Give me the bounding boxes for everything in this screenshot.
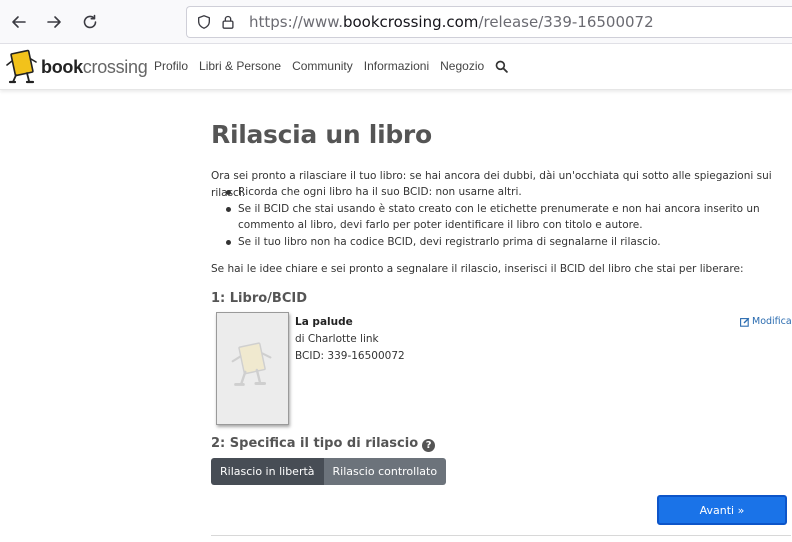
shield-icon[interactable] xyxy=(195,13,213,31)
edit-book-link[interactable]: Modifica xyxy=(740,316,792,327)
main-content: Rilascia un libro Ora sei pronto a rilas… xyxy=(211,120,792,536)
arrow-left-icon xyxy=(12,16,26,28)
book-mascot-placeholder-icon xyxy=(231,341,271,386)
release-type-toggle: Rilascio in libertà Rilascio controllato xyxy=(211,458,447,485)
logo-text-crossing: crossing xyxy=(82,56,148,77)
section-release-type: 2: Specifica il tipo di rilascio? xyxy=(211,436,436,452)
edit-label: Modifica xyxy=(752,316,792,327)
site-nav: Profilo Libri & Persone Community Inform… xyxy=(154,59,508,73)
divider xyxy=(211,535,791,536)
book-cover-placeholder xyxy=(216,312,289,425)
logo-text-book: book xyxy=(41,56,83,77)
site-header: bookcrossing Profilo Libri & Persone Com… xyxy=(0,44,792,90)
section-book-bcid: 1: Libro/BCID xyxy=(211,291,307,306)
next-button[interactable]: Avanti » xyxy=(657,495,787,525)
reload-button[interactable] xyxy=(76,8,104,36)
release-free-option[interactable]: Rilascio in libertà xyxy=(211,458,324,485)
lock-icon[interactable] xyxy=(219,13,237,31)
url-text[interactable]: https://www.bookcrossing.com/release/339… xyxy=(249,13,654,31)
back-button[interactable] xyxy=(5,8,33,36)
reload-icon xyxy=(83,14,97,29)
bcid-prompt: Se hai le idee chiare e sei pronto a seg… xyxy=(211,263,744,275)
hint-list: Ricorda che ogni libro ha il suo BCID: n… xyxy=(225,184,791,250)
hint-item: Ricorda che ogni libro ha il suo BCID: n… xyxy=(225,184,791,201)
book-title: La palude xyxy=(295,316,353,328)
section-release-type-label: 2: Specifica il tipo di rilascio xyxy=(211,436,419,451)
nav-profilo[interactable]: Profilo xyxy=(154,59,188,73)
hint-item: Se il tuo libro non ha codice BCID, devi… xyxy=(225,234,791,251)
page-title: Rilascia un libro xyxy=(211,120,432,149)
forward-button[interactable] xyxy=(40,8,68,36)
bookcrossing-logo[interactable]: bookcrossing xyxy=(6,48,148,86)
nav-community[interactable]: Community xyxy=(292,59,353,73)
browser-toolbar: https://www.bookcrossing.com/release/339… xyxy=(0,0,792,44)
book-mascot-icon xyxy=(6,49,37,84)
book-info: La palude di Charlotte link BCID: 339-16… xyxy=(295,314,405,365)
edit-icon xyxy=(740,317,750,327)
book-author: di Charlotte link xyxy=(295,333,379,345)
address-bar[interactable]: https://www.bookcrossing.com/release/339… xyxy=(186,6,792,38)
book-bcid: BCID: 339-16500072 xyxy=(295,350,405,362)
nav-informazioni[interactable]: Informazioni xyxy=(364,59,429,73)
hint-item: Se il BCID che stai usando è stato creat… xyxy=(225,201,791,234)
release-controlled-option[interactable]: Rilascio controllato xyxy=(323,458,447,485)
search-icon[interactable] xyxy=(495,60,508,73)
arrow-right-icon xyxy=(47,16,61,28)
nav-negozio[interactable]: Negozio xyxy=(440,59,484,73)
nav-libri-persone[interactable]: Libri & Persone xyxy=(199,59,281,73)
help-icon[interactable]: ? xyxy=(422,439,436,452)
